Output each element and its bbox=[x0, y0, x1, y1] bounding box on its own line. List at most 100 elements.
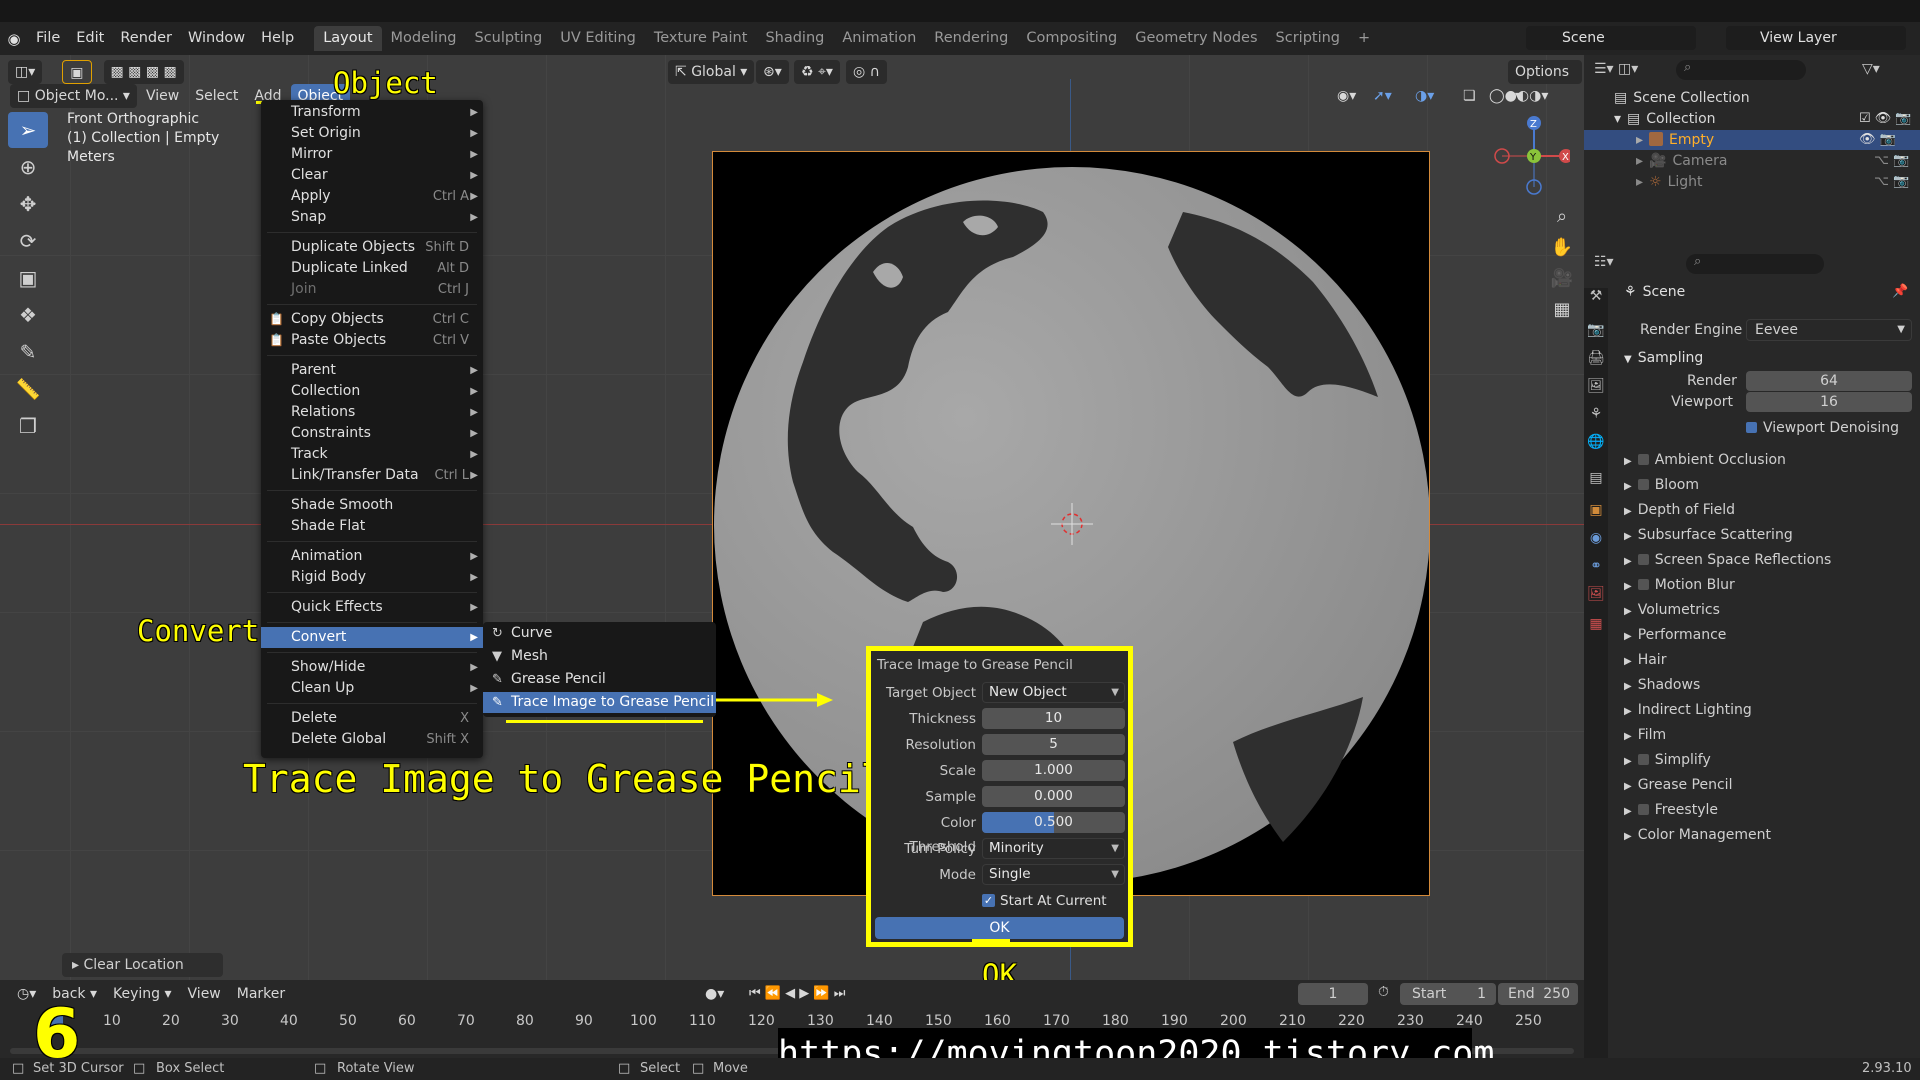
menu-item-paste-objects[interactable]: 📋 Paste Objects Ctrl V bbox=[261, 330, 483, 351]
panel-bloom[interactable]: ▶ Bloom bbox=[1584, 473, 1920, 497]
workspace-tab-texture-paint[interactable]: Texture Paint bbox=[645, 26, 757, 51]
properties-search-input[interactable]: ⌕ bbox=[1686, 254, 1824, 274]
menu-item-convert[interactable]: Convert ▶ bbox=[261, 627, 483, 648]
tool-tab-icon[interactable]: ⚒ bbox=[1584, 288, 1608, 304]
menu-item-shade-flat[interactable]: Shade Flat bbox=[261, 516, 483, 537]
move-tool-icon[interactable]: ✥ bbox=[8, 186, 48, 222]
menu-item-snap[interactable]: Snap ▶ bbox=[261, 207, 483, 228]
workspace-tab-sculpting[interactable]: Sculpting bbox=[465, 26, 551, 51]
menu-item-mirror[interactable]: Mirror ▶ bbox=[261, 144, 483, 165]
resolution-field[interactable]: 5 bbox=[982, 734, 1125, 755]
outliner-item-camera[interactable]: ▸ 🎥 Camera ⌥ 📷 bbox=[1584, 151, 1920, 171]
panel-freestyle[interactable]: ▶ Freestyle bbox=[1584, 798, 1920, 822]
workspace-tab-layout[interactable]: Layout bbox=[314, 26, 382, 51]
marker-menu[interactable]: Marker bbox=[230, 982, 292, 1006]
panel-screen-space-reflections[interactable]: ▶ Screen Space Reflections bbox=[1584, 548, 1920, 572]
blender-logo-icon[interactable]: ◉ bbox=[0, 30, 28, 48]
overlay-toggle-icon[interactable]: ◑▾ bbox=[1408, 84, 1441, 108]
annotate-tool-icon[interactable]: ✎ bbox=[8, 334, 48, 370]
menu-item-rigid-body[interactable]: Rigid Body ▶ bbox=[261, 567, 483, 588]
playback-controls[interactable]: ⏮ ⏪ ◀ ▶ ⏩ ⏭ bbox=[742, 982, 852, 1006]
workspace-tab-modeling[interactable]: Modeling bbox=[382, 26, 466, 51]
menu-file[interactable]: File bbox=[28, 22, 68, 55]
keying-menu[interactable]: Keying ▾ bbox=[106, 982, 179, 1006]
menu-help[interactable]: Help bbox=[253, 22, 302, 55]
outliner-item-light[interactable]: ▸ ☼ Light ⌥ 📷 bbox=[1584, 172, 1920, 192]
menu-item-relations[interactable]: Relations ▶ bbox=[261, 402, 483, 423]
start-frame-field[interactable]: Start 1 bbox=[1400, 983, 1496, 1005]
menu-item-show-hide[interactable]: Show/Hide ▶ bbox=[261, 657, 483, 678]
menu-item-join[interactable]: Join Ctrl J bbox=[261, 279, 483, 300]
scale-field[interactable]: 1.000 bbox=[982, 760, 1125, 781]
menu-window[interactable]: Window bbox=[180, 22, 253, 55]
thickness-field[interactable]: 10 bbox=[982, 708, 1125, 729]
target-object-select[interactable]: New Object ▼ bbox=[982, 682, 1125, 703]
visibility-toggles[interactable]: 👁 📷 bbox=[1859, 130, 1896, 150]
workspace-tab-geometry-nodes[interactable]: Geometry Nodes bbox=[1126, 26, 1266, 51]
panel-checkbox[interactable] bbox=[1637, 554, 1649, 565]
visibility-toggles[interactable]: ⌥ 📷 bbox=[1874, 172, 1909, 192]
sample-field[interactable]: 0.000 bbox=[982, 786, 1125, 807]
camera-view-icon[interactable]: 🎥 bbox=[1548, 263, 1576, 294]
collection-row[interactable]: ▾ ▤ Collection ☑ 👁 📷 bbox=[1584, 109, 1920, 129]
cursor-tool-icon[interactable]: ⊕ bbox=[8, 149, 48, 185]
navigation-gizmo[interactable]: Z Y X bbox=[1490, 115, 1570, 195]
gizmo-toggle-icon[interactable]: ➚▾ bbox=[1366, 84, 1399, 108]
rotate-tool-icon[interactable]: ⟳ bbox=[8, 223, 48, 259]
panel-checkbox[interactable] bbox=[1637, 754, 1649, 765]
filter-icon[interactable]: ▽▾ bbox=[1862, 61, 1880, 77]
menu-item-transform[interactable]: Transform ▶ bbox=[261, 102, 483, 123]
menu-item-copy-objects[interactable]: 📋 Copy Objects Ctrl C bbox=[261, 309, 483, 330]
start-at-current-checkbox[interactable]: ✓ bbox=[982, 894, 995, 907]
panel-checkbox[interactable] bbox=[1637, 579, 1649, 590]
menu-item-set-origin[interactable]: Set Origin ▶ bbox=[261, 123, 483, 144]
panel-volumetrics[interactable]: ▶ Volumetrics bbox=[1584, 598, 1920, 622]
panel-grease-pencil[interactable]: ▶ Grease Pencil bbox=[1584, 773, 1920, 797]
panel-hair[interactable]: ▶ Hair bbox=[1584, 648, 1920, 672]
menu-edit[interactable]: Edit bbox=[68, 22, 112, 55]
measure-tool-icon[interactable]: 📏 bbox=[8, 371, 48, 407]
add-workspace-button[interactable]: + bbox=[1349, 26, 1379, 51]
workspace-tab-animation[interactable]: Animation bbox=[833, 26, 925, 51]
panel-ambient-occlusion[interactable]: ▶ Ambient Occlusion bbox=[1584, 448, 1920, 472]
viewport-samples-field[interactable]: 16 bbox=[1746, 392, 1912, 412]
timeline-view-menu[interactable]: View bbox=[181, 982, 228, 1006]
menu-item-clean-up[interactable]: Clean Up ▶ bbox=[261, 678, 483, 699]
last-operator-panel[interactable]: ▸ Clear Location bbox=[62, 953, 223, 977]
view-menu[interactable]: View bbox=[139, 84, 186, 108]
shading-mode-icons[interactable]: ◯●◐◑▾ bbox=[1482, 84, 1555, 108]
view-layer-selector[interactable]: View Layer bbox=[1726, 26, 1906, 50]
viewport-denoising-row[interactable]: Viewport Denoising bbox=[1584, 416, 1920, 440]
panel-color-management[interactable]: ▶ Color Management bbox=[1584, 823, 1920, 847]
workspace-tab-shading[interactable]: Shading bbox=[756, 26, 833, 51]
panel-checkbox[interactable] bbox=[1637, 479, 1649, 490]
transform-tool-icon[interactable]: ❖ bbox=[8, 297, 48, 333]
render-engine-select[interactable]: Eevee ▼ bbox=[1746, 319, 1912, 341]
menu-item-collection[interactable]: Collection ▶ bbox=[261, 381, 483, 402]
record-icon[interactable]: ●▾ bbox=[698, 982, 731, 1006]
render-samples-field[interactable]: 64 bbox=[1746, 371, 1912, 391]
outliner-item-empty[interactable]: ▸ Empty 👁 📷 bbox=[1584, 130, 1920, 150]
grid-view-icon[interactable]: ▦ bbox=[1548, 294, 1576, 325]
pin-icon[interactable]: 📌 bbox=[1892, 284, 1908, 299]
outliner-editor-icon[interactable]: ☰▾ ◫▾ bbox=[1594, 61, 1638, 77]
menu-item-quick-effects[interactable]: Quick Effects ▶ bbox=[261, 597, 483, 618]
stopwatch-icon[interactable]: ⏱ bbox=[1378, 984, 1389, 1000]
mode-select[interactable]: Single ▼ bbox=[982, 864, 1125, 885]
pan-hand-icon[interactable]: ✋ bbox=[1548, 232, 1576, 263]
visibility-icon[interactable]: ◉▾ bbox=[1330, 84, 1363, 108]
properties-editor-icon[interactable]: ☷▾ bbox=[1594, 254, 1614, 270]
submenu-item-trace-image[interactable]: ✎ Trace Image to Grease Pencil bbox=[483, 692, 716, 713]
menu-item-link-transfer-data[interactable]: Link/Transfer Data Ctrl L ▶ bbox=[261, 465, 483, 486]
menu-item-track[interactable]: Track ▶ bbox=[261, 444, 483, 465]
menu-item-apply[interactable]: Apply Ctrl A ▶ bbox=[261, 186, 483, 207]
menu-item-delete-global[interactable]: Delete Global Shift X bbox=[261, 729, 483, 750]
scene-collection-row[interactable]: ▤ Scene Collection bbox=[1584, 88, 1920, 108]
menu-item-shade-smooth[interactable]: Shade Smooth bbox=[261, 495, 483, 516]
panel-shadows[interactable]: ▶ Shadows bbox=[1584, 673, 1920, 697]
menu-item-parent[interactable]: Parent ▶ bbox=[261, 360, 483, 381]
submenu-item-grease-pencil[interactable]: ✎ Grease Pencil bbox=[483, 669, 716, 690]
visibility-toggles[interactable]: ⌥ 📷 bbox=[1874, 151, 1909, 171]
submenu-item-mesh[interactable]: ▼ Mesh bbox=[483, 646, 716, 667]
panel-subsurface-scattering[interactable]: ▶ Subsurface Scattering bbox=[1584, 523, 1920, 547]
